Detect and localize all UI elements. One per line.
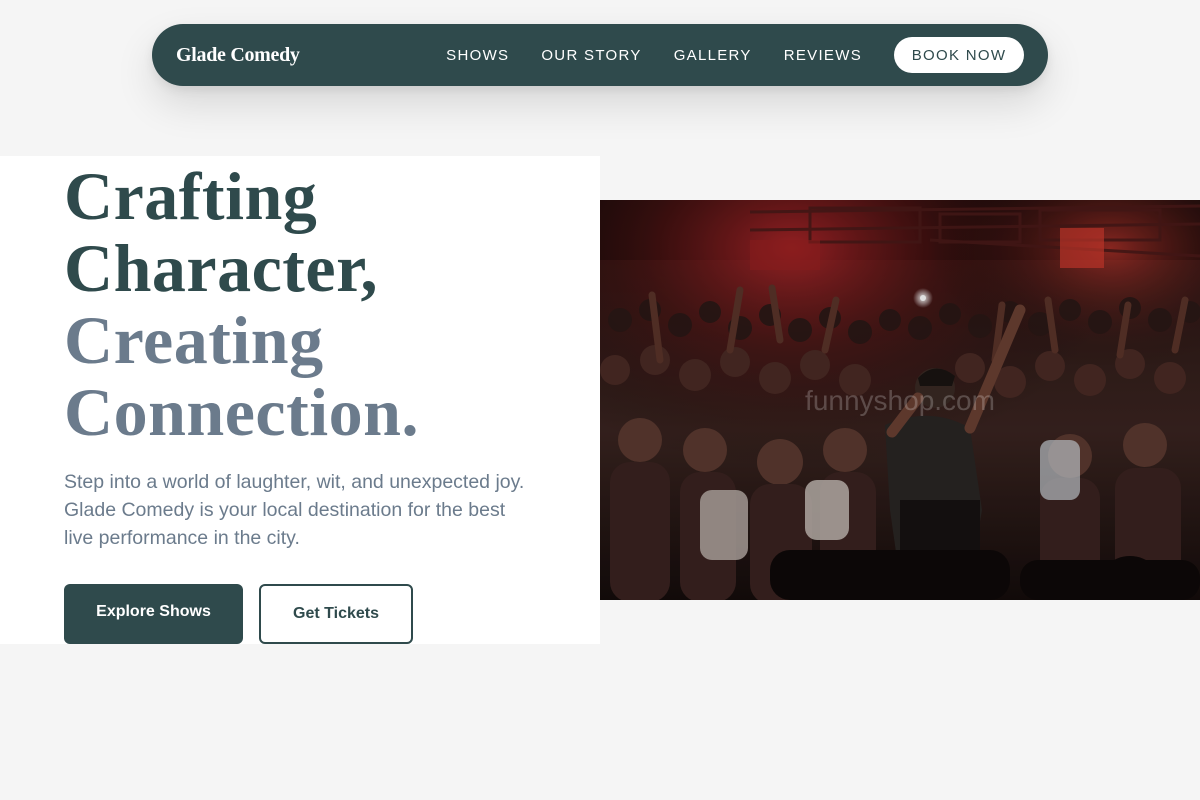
headline-line-3: Creating	[64, 302, 324, 378]
brand-logo-text[interactable]: Glade Comedy	[176, 44, 300, 67]
headline-line-1: Crafting	[64, 158, 318, 234]
headline-line-2: Character,	[64, 230, 379, 306]
hero-image: funnyshop.com	[600, 200, 1200, 600]
nav-link-shows[interactable]: SHOWS	[446, 47, 509, 64]
headline-line-4: Connection.	[64, 374, 419, 450]
main-navbar: Glade Comedy SHOWS OUR STORY GALLERY REV…	[152, 24, 1048, 86]
book-now-button[interactable]: BOOK NOW	[894, 37, 1024, 73]
nav-links: SHOWS OUR STORY GALLERY REVIEWS BOOK NOW	[446, 37, 1024, 73]
explore-shows-button[interactable]: Explore Shows	[64, 584, 243, 644]
image-watermark: funnyshop.com	[805, 385, 995, 416]
nav-link-reviews[interactable]: REVIEWS	[784, 47, 862, 64]
concert-crowd-photo: funnyshop.com	[600, 200, 1200, 600]
get-tickets-button[interactable]: Get Tickets	[259, 584, 413, 644]
hero-headline: Crafting Character, Creating Connection.	[64, 160, 419, 448]
nav-link-our-story[interactable]: OUR STORY	[541, 47, 641, 64]
hero-description: Step into a world of laughter, wit, and …	[64, 471, 525, 549]
nav-link-gallery[interactable]: GALLERY	[674, 47, 752, 64]
hero-text-panel: Crafting Character, Creating Connection.…	[0, 156, 600, 644]
